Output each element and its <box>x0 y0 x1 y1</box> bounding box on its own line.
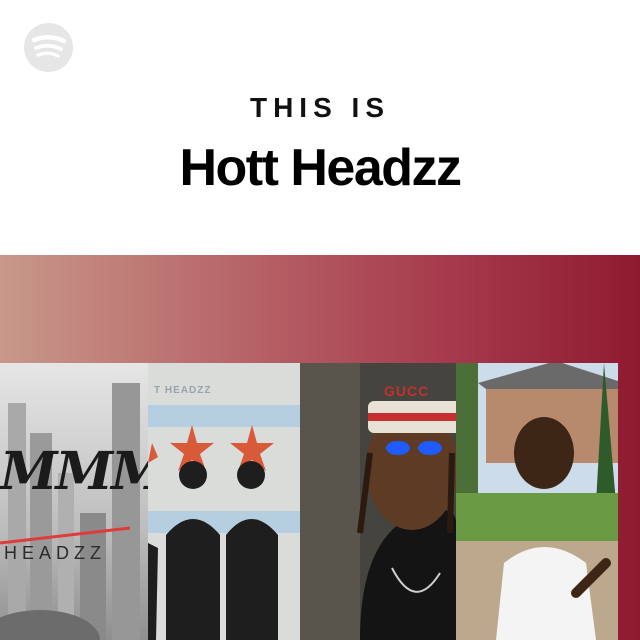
artist-banner: MMM HEADZZ T HEADZZ <box>0 255 640 640</box>
album-art-tile[interactable] <box>456 363 618 640</box>
cap-text: GUCC <box>384 383 430 399</box>
album-artist-text: HEADZZ <box>4 543 106 563</box>
playlist-title: Hott Headzz <box>179 139 462 197</box>
album-signature: MMM <box>0 441 148 502</box>
album-caption: T HEADZZ <box>154 385 212 396</box>
album-art-tile[interactable]: GUCC <box>300 363 456 640</box>
album-art-tile[interactable]: T HEADZZ <box>148 363 300 640</box>
spotify-logo-icon[interactable] <box>24 23 73 72</box>
playlist-eyebrow: THIS IS <box>249 92 390 123</box>
album-art-tile[interactable]: MMM HEADZZ <box>0 363 148 640</box>
